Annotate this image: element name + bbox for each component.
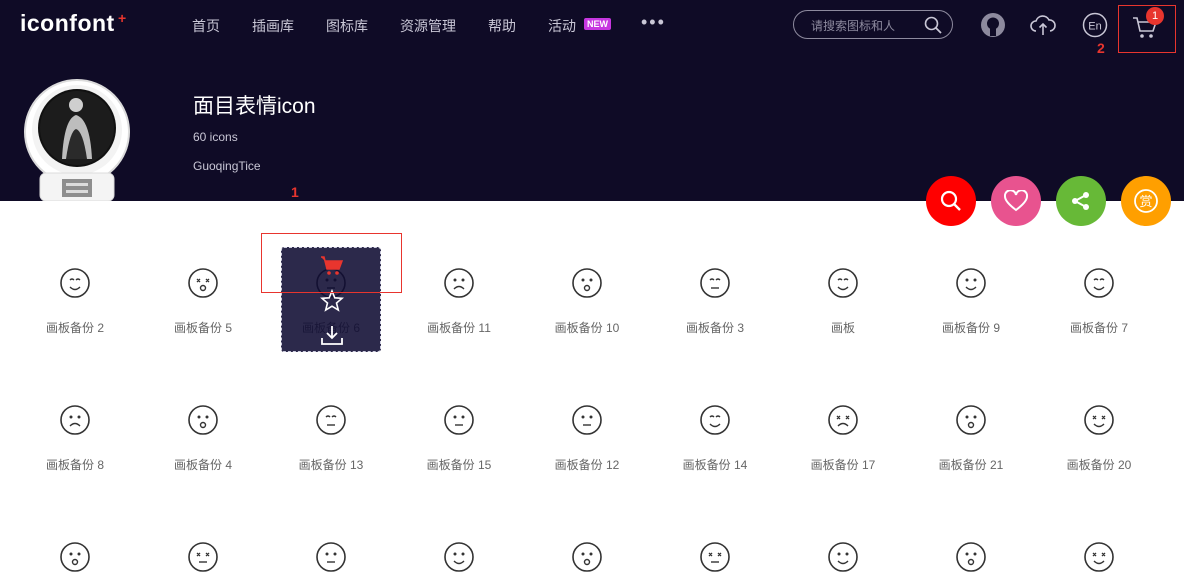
emoji-face-icon[interactable] bbox=[443, 404, 475, 436]
icon-name-label: 画板备份 3 bbox=[685, 321, 744, 335]
icon-name-label: 画板备份 21 bbox=[938, 458, 1004, 472]
search-icon bbox=[940, 190, 961, 211]
icon-card[interactable]: 画板备份 17 bbox=[779, 404, 907, 484]
emoji-face-icon[interactable] bbox=[59, 267, 91, 299]
share-icon bbox=[1072, 192, 1089, 210]
icon-name-label: 画板备份 20 bbox=[1066, 458, 1132, 472]
emoji-face-icon[interactable] bbox=[571, 404, 603, 436]
emoji-face-icon[interactable] bbox=[187, 267, 219, 299]
icon-card[interactable]: 画板备份 20 bbox=[1035, 404, 1163, 484]
icon-count: 60 icons bbox=[193, 130, 238, 144]
icon-name-label: 画板备份 12 bbox=[554, 458, 620, 472]
author-avatar[interactable] bbox=[24, 73, 130, 201]
heart-icon bbox=[1004, 190, 1028, 212]
icon-card[interactable]: 画板备份 7 bbox=[1035, 267, 1163, 347]
icon-card[interactable]: 画板备份 12 bbox=[523, 404, 651, 484]
language-en-icon[interactable]: En bbox=[1081, 11, 1109, 39]
emoji-face-icon[interactable] bbox=[443, 267, 475, 299]
header-banner: iconfont + 首页 插画库 图标库 资源管理 帮助 活动 NEW •••… bbox=[0, 0, 1184, 201]
search-in-set-button[interactable] bbox=[926, 176, 976, 226]
language-en-label: En bbox=[1088, 21, 1101, 33]
icon-name-label: 画板备份 14 bbox=[682, 458, 748, 472]
iconfont-logo[interactable]: iconfont bbox=[20, 10, 115, 37]
icon-name-label: 画板备份 10 bbox=[554, 321, 620, 335]
nav-help[interactable]: 帮助 bbox=[488, 16, 516, 36]
icon-card[interactable]: 画板备份 15 bbox=[395, 404, 523, 484]
reward-label: 赏 bbox=[1139, 195, 1152, 210]
icon-name-label: 画板备份 17 bbox=[810, 458, 876, 472]
icon-name-label: 画板备份 11 bbox=[427, 321, 491, 335]
icon-card[interactable]: 画板备份 9 bbox=[907, 267, 1035, 347]
icon-name-label: 画板备份 2 bbox=[45, 321, 104, 335]
upload-icon[interactable] bbox=[1029, 11, 1057, 39]
icon-card[interactable]: 画板备份 2 bbox=[11, 267, 139, 347]
icon-name-label: 画板备份 9 bbox=[941, 321, 1000, 335]
logo-plus-mark: + bbox=[118, 10, 127, 26]
icon-card[interactable]: 画板备份 3 bbox=[651, 267, 779, 347]
download-icon[interactable] bbox=[320, 324, 344, 346]
nav-home[interactable]: 首页 bbox=[192, 16, 220, 36]
emoji-face-icon[interactable] bbox=[699, 404, 731, 436]
nav-activities[interactable]: 活动 bbox=[548, 16, 576, 36]
annotation-marker-1: 1 bbox=[291, 184, 299, 200]
github-icon[interactable] bbox=[979, 11, 1007, 39]
icon-card[interactable]: 画板备份 11 bbox=[395, 267, 523, 347]
more-menu-button[interactable]: ••• bbox=[641, 12, 666, 33]
icon-name-label: 画板备份 7 bbox=[1069, 321, 1128, 335]
annotation-marker-2: 2 bbox=[1097, 40, 1105, 56]
search-placeholder[interactable]: 请搜索图标和人 bbox=[811, 17, 895, 34]
nav-icon-library[interactable]: 图标库 bbox=[326, 16, 368, 36]
icon-card[interactable]: 画板备份 21 bbox=[907, 404, 1035, 484]
icon-name-label: 画板备份 8 bbox=[45, 458, 104, 472]
top-navbar: iconfont + 首页 插画库 图标库 资源管理 帮助 活动 NEW •••… bbox=[0, 0, 1184, 53]
search-box[interactable]: 请搜索图标和人 bbox=[793, 10, 953, 39]
icon-name-label: 画板备份 5 bbox=[173, 321, 232, 335]
emoji-face-icon[interactable] bbox=[955, 541, 987, 573]
icon-name-label: 画板备份 4 bbox=[173, 458, 232, 472]
nav-resource-management[interactable]: 资源管理 bbox=[400, 16, 456, 36]
icon-set-title: 面目表情icon bbox=[193, 95, 316, 118]
emoji-face-icon[interactable] bbox=[315, 404, 347, 436]
emoji-face-icon[interactable] bbox=[571, 267, 603, 299]
new-badge: NEW bbox=[584, 18, 611, 30]
emoji-face-icon[interactable] bbox=[955, 267, 987, 299]
icon-card[interactable]: 画板备份 14 bbox=[651, 404, 779, 484]
emoji-face-icon[interactable] bbox=[443, 541, 475, 573]
icon-name-label: 画板备份 13 bbox=[298, 458, 364, 472]
emoji-face-icon[interactable] bbox=[59, 404, 91, 436]
search-icon[interactable] bbox=[924, 16, 942, 34]
reward-button[interactable]: 赏 bbox=[1121, 176, 1171, 226]
emoji-face-icon[interactable] bbox=[315, 541, 347, 573]
icon-card[interactable]: 画板 bbox=[779, 267, 907, 347]
emoji-face-icon[interactable] bbox=[1083, 267, 1115, 299]
emoji-face-icon[interactable] bbox=[59, 541, 91, 573]
icon-card[interactable]: 画板备份 4 bbox=[139, 404, 267, 484]
icon-card[interactable]: 画板备份 10 bbox=[523, 267, 651, 347]
emoji-face-icon[interactable] bbox=[699, 541, 731, 573]
nav-illustrations[interactable]: 插画库 bbox=[252, 16, 294, 36]
icon-card[interactable]: 画板备份 8 bbox=[11, 404, 139, 484]
reward-icon: 赏 bbox=[1134, 189, 1158, 213]
icon-card[interactable]: 画板备份 5 bbox=[139, 267, 267, 347]
cart-count-badge: 1 bbox=[1146, 7, 1164, 25]
emoji-face-icon[interactable] bbox=[827, 404, 859, 436]
favorite-button[interactable] bbox=[991, 176, 1041, 226]
emoji-face-icon[interactable] bbox=[187, 541, 219, 573]
icon-card[interactable]: 画板备份 13 bbox=[267, 404, 395, 484]
author-name[interactable]: GuoqingTice bbox=[193, 159, 261, 173]
emoji-face-icon[interactable] bbox=[1083, 541, 1115, 573]
emoji-face-icon[interactable] bbox=[571, 541, 603, 573]
emoji-face-icon[interactable] bbox=[187, 404, 219, 436]
emoji-face-icon[interactable] bbox=[827, 541, 859, 573]
icon-name-label: 画板 bbox=[830, 321, 855, 335]
emoji-face-icon[interactable] bbox=[1083, 404, 1115, 436]
share-button[interactable] bbox=[1056, 176, 1106, 226]
icon-name-label: 画板备份 15 bbox=[426, 458, 492, 472]
emoji-face-icon[interactable] bbox=[699, 267, 731, 299]
emoji-face-icon[interactable] bbox=[955, 404, 987, 436]
hover-highlight-box bbox=[261, 233, 402, 293]
emoji-face-icon[interactable] bbox=[827, 267, 859, 299]
